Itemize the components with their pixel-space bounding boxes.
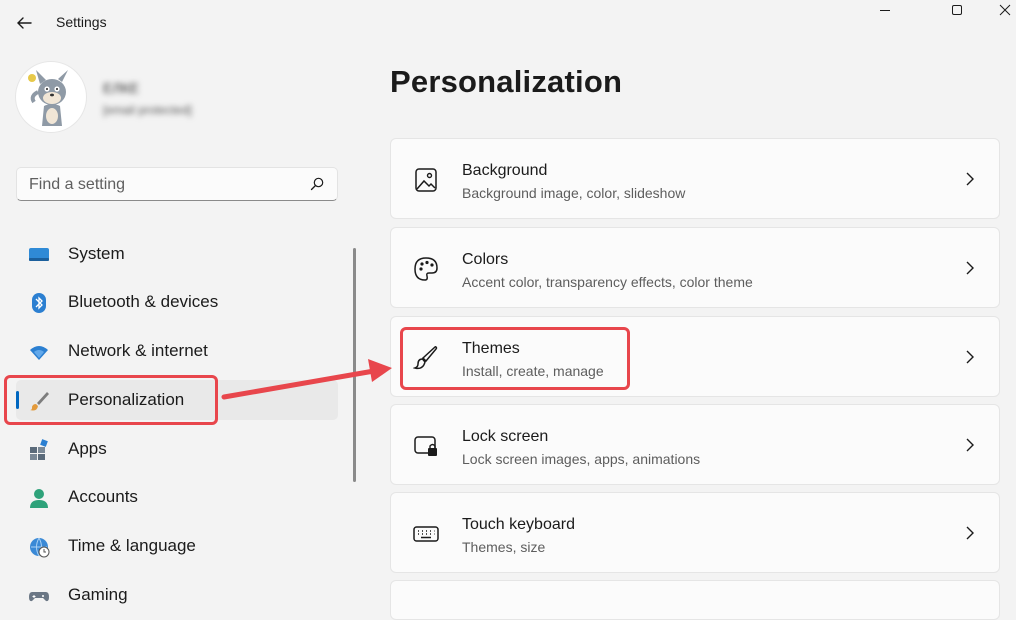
sidebar-item-accounts[interactable]: Accounts	[16, 477, 338, 517]
avatar[interactable]	[16, 62, 86, 132]
sidebar-item-label: Gaming	[68, 585, 128, 604]
chevron-right-icon	[966, 172, 974, 186]
user-name: ЕЛКЕ	[103, 80, 140, 96]
palette-icon	[414, 257, 438, 281]
person-icon	[30, 489, 48, 508]
window-title: Settings	[56, 14, 107, 30]
close-icon	[999, 4, 1011, 16]
sidebar-item-label: Network & internet	[68, 341, 208, 360]
card-lock-screen[interactable]: Lock screen Lock screen images, apps, an…	[390, 404, 1000, 485]
globe-clock-icon	[30, 537, 50, 558]
wifi-icon	[30, 346, 48, 360]
sidebar-item-system[interactable]: System	[16, 234, 338, 274]
maximize-icon	[952, 5, 962, 15]
close-button[interactable]	[982, 0, 1016, 20]
sidebar-item-time-language[interactable]: Time & language	[16, 526, 338, 566]
card-title: Touch keyboard	[462, 516, 575, 533]
apps-icon	[30, 439, 48, 460]
chevron-right-icon	[966, 261, 974, 275]
sidebar-item-label: Apps	[68, 439, 107, 458]
search-input[interactable]	[27, 168, 301, 202]
sidebar-item-label: Bluetooth & devices	[68, 292, 219, 311]
back-button[interactable]	[10, 9, 38, 37]
chevron-right-icon	[966, 438, 974, 452]
minimize-icon	[880, 10, 890, 11]
back-arrow-icon	[17, 17, 32, 29]
search-icon[interactable]	[309, 176, 325, 192]
chevron-right-icon	[966, 526, 974, 540]
card-subtitle: Background image, color, slideshow	[462, 185, 686, 201]
card-partial[interactable]	[390, 580, 1000, 620]
card-background[interactable]: Background Background image, color, slid…	[390, 138, 1000, 219]
card-title: Colors	[462, 251, 509, 268]
search-box[interactable]	[16, 167, 338, 202]
sidebar-item-bluetooth[interactable]: Bluetooth & devices	[16, 282, 338, 322]
bluetooth-icon	[32, 293, 46, 313]
maximize-button[interactable]	[934, 0, 980, 20]
sidebar-item-label: Accounts	[68, 487, 138, 506]
sidebar-item-apps[interactable]: Apps	[16, 429, 338, 469]
cat-avatar-icon	[28, 70, 68, 126]
minimize-button[interactable]	[862, 0, 908, 20]
card-subtitle: Themes, size	[462, 539, 546, 555]
chevron-right-icon	[966, 350, 974, 364]
card-title: Lock screen	[462, 428, 549, 445]
card-title: Background	[462, 162, 548, 179]
title-bar: Settings	[0, 0, 1016, 44]
highlight-personalization	[4, 375, 218, 425]
card-subtitle: Accent color, transparency effects, colo…	[462, 274, 753, 290]
keyboard-icon	[413, 526, 439, 542]
sidebar-scrollbar[interactable]	[353, 248, 356, 482]
sidebar-item-label: Time & language	[68, 536, 196, 555]
user-email: [email protected]	[103, 103, 192, 117]
card-subtitle: Lock screen images, apps, animations	[462, 451, 701, 467]
lock-screen-icon	[414, 436, 437, 456]
system-monitor-icon	[29, 248, 49, 261]
sidebar-item-network[interactable]: Network & internet	[16, 331, 338, 371]
card-touch-keyboard[interactable]: Touch keyboard Themes, size	[390, 492, 1000, 573]
card-colors[interactable]: Colors Accent color, transparency effect…	[390, 227, 1000, 308]
sidebar-item-label: System	[68, 244, 125, 263]
image-icon	[415, 168, 437, 192]
highlight-themes	[400, 327, 630, 390]
sidebar-item-gaming[interactable]: Gaming	[16, 575, 338, 615]
page-title: Personalization	[390, 64, 623, 99]
